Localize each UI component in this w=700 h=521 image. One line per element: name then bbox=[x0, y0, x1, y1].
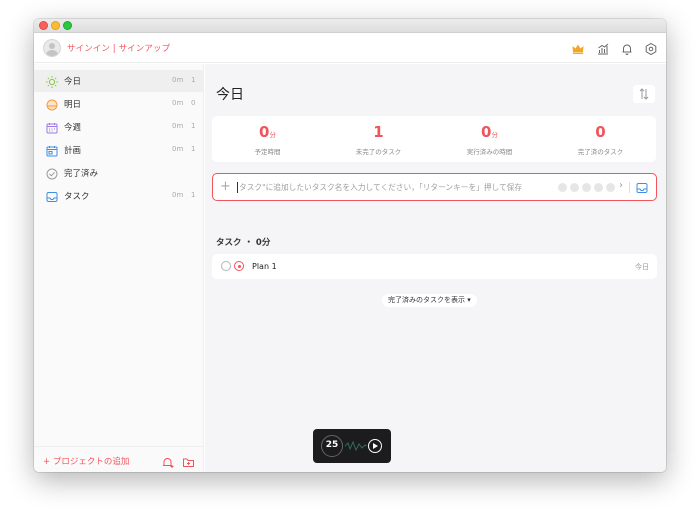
plus-icon: + bbox=[220, 179, 231, 194]
chevron-right-icon[interactable]: › bbox=[619, 180, 623, 191]
stat-planned-time: 0分 予定時間 bbox=[212, 116, 323, 162]
sidebar-item-plan[interactable]: 計画 0m 1 bbox=[34, 139, 204, 161]
divider bbox=[629, 182, 630, 193]
sidebar-item-minutes: 0m bbox=[172, 145, 184, 153]
stat-caption: 実行済みの時間 bbox=[466, 148, 513, 156]
sunrise-icon bbox=[45, 97, 59, 111]
sidebar-item-minutes: 0m bbox=[172, 122, 184, 130]
add-task-input[interactable]: + タスク"に追加したいタスク名を入力してください，「リターンキーを」押して保存… bbox=[212, 173, 657, 201]
stat-value: 0 bbox=[259, 123, 270, 141]
sidebar: 今日 0m 1 明日 0m 0 今週 0m 1 計画 0m 1 完了済み タスク… bbox=[34, 64, 204, 472]
bell-icon[interactable] bbox=[620, 41, 634, 55]
stats-icon[interactable] bbox=[596, 41, 610, 55]
sidebar-item-count: 0 bbox=[191, 99, 196, 107]
close-window-button[interactable] bbox=[39, 21, 48, 30]
sidebar-item-label: 完了済み bbox=[64, 169, 99, 179]
check-circle-icon bbox=[45, 166, 59, 180]
inbox-icon bbox=[45, 189, 59, 203]
sidebar-item-count: 1 bbox=[191, 145, 196, 153]
stat-value: 0 bbox=[481, 123, 492, 141]
stat-unit: 分 bbox=[269, 131, 276, 139]
stat-caption: 予定時間 bbox=[254, 148, 281, 156]
start-timer-icon[interactable] bbox=[234, 261, 244, 271]
stat-caption: 完了済のタスク bbox=[577, 148, 624, 156]
sidebar-item-label: タスク bbox=[64, 192, 90, 202]
stat-completed-tasks: 0 完了済のタスク bbox=[545, 116, 656, 162]
stat-value: 1 bbox=[373, 123, 384, 141]
sidebar-footer: + プロジェクトの追加 bbox=[34, 446, 204, 472]
sidebar-item-completed[interactable]: 完了済み bbox=[34, 162, 204, 184]
pomodoro-estimate-icon[interactable] bbox=[558, 183, 567, 192]
sidebar-item-label: 計画 bbox=[64, 146, 82, 156]
play-button[interactable] bbox=[368, 439, 382, 453]
task-name: Plan 1 bbox=[252, 262, 277, 271]
timer-value: 25 bbox=[321, 435, 343, 457]
section-header: タスク ・ 0分 bbox=[216, 238, 271, 248]
app-window: サインイン | サインアップ 今日 0m 1 明日 0m 0 今週 0m 1 計… bbox=[34, 19, 666, 472]
stat-elapsed-time: 0分 実行済みの時間 bbox=[434, 116, 545, 162]
sidebar-item-minutes: 0m bbox=[172, 191, 184, 199]
text-caret bbox=[237, 182, 238, 193]
add-project-button[interactable]: + プロジェクトの追加 bbox=[43, 455, 129, 467]
zoom-window-button[interactable] bbox=[63, 21, 72, 30]
add-task-placeholder: タスク"に追加したいタスク名を入力してください，「リターンキーを」押して保存 bbox=[239, 183, 523, 192]
sidebar-item-today[interactable]: 今日 0m 1 bbox=[34, 70, 204, 92]
sidebar-item-label: 明日 bbox=[64, 100, 82, 110]
calendar-plan-icon bbox=[45, 143, 59, 157]
add-folder-icon[interactable] bbox=[182, 454, 195, 467]
pomodoro-timer-widget: 25 bbox=[313, 429, 391, 463]
title-bar bbox=[34, 19, 666, 33]
pomodoro-estimate-icon[interactable] bbox=[594, 183, 603, 192]
avatar[interactable] bbox=[43, 39, 61, 57]
calendar-week-icon bbox=[45, 120, 59, 134]
pomodoro-estimate-icon[interactable] bbox=[606, 183, 615, 192]
sort-icon bbox=[639, 88, 649, 100]
main-panel: 今日 0分 予定時間 1 未完了のタスク 0分 実行済みの時間 0 完了済のタス… bbox=[205, 64, 666, 472]
show-completed-button[interactable]: 完了済みのタスクを表示 ▾ bbox=[382, 294, 477, 307]
stat-incomplete-tasks: 1 未完了のタスク bbox=[323, 116, 434, 162]
sidebar-item-label: 今日 bbox=[64, 77, 82, 87]
page-title: 今日 bbox=[216, 87, 244, 103]
add-folder-bell-icon[interactable] bbox=[161, 454, 174, 468]
stat-caption: 未完了のタスク bbox=[355, 148, 402, 156]
sidebar-item-count: 1 bbox=[191, 122, 196, 130]
stat-value: 0 bbox=[595, 123, 606, 141]
task-row[interactable]: Plan 1 今日 bbox=[212, 254, 657, 279]
task-date: 今日 bbox=[635, 263, 649, 271]
pomodoro-estimate-icon[interactable] bbox=[582, 183, 591, 192]
sort-button[interactable] bbox=[633, 85, 655, 103]
app-header: サインイン | サインアップ bbox=[34, 33, 666, 63]
pomodoro-estimate-icon[interactable] bbox=[570, 183, 579, 192]
sidebar-item-count: 1 bbox=[191, 76, 196, 84]
inbox-select-icon[interactable] bbox=[635, 180, 649, 194]
signin-link[interactable]: サインイン | サインアップ bbox=[67, 42, 170, 54]
crown-icon[interactable] bbox=[571, 41, 585, 55]
sun-icon bbox=[45, 74, 59, 88]
sidebar-item-minutes: 0m bbox=[172, 76, 184, 84]
waveform-icon bbox=[345, 440, 367, 452]
sidebar-item-label: 今週 bbox=[64, 123, 82, 133]
minimize-window-button[interactable] bbox=[51, 21, 60, 30]
stats-panel: 0分 予定時間 1 未完了のタスク 0分 実行済みの時間 0 完了済のタスク bbox=[212, 116, 656, 162]
sidebar-item-tasks[interactable]: タスク 0m 1 bbox=[34, 185, 204, 207]
sidebar-item-tomorrow[interactable]: 明日 0m 0 bbox=[34, 93, 204, 115]
settings-icon[interactable] bbox=[644, 41, 658, 56]
sidebar-item-this-week[interactable]: 今週 0m 1 bbox=[34, 116, 204, 138]
sidebar-item-minutes: 0m bbox=[172, 99, 184, 107]
task-checkbox[interactable] bbox=[221, 261, 231, 271]
stat-unit: 分 bbox=[491, 131, 498, 139]
sidebar-item-count: 1 bbox=[191, 191, 196, 199]
